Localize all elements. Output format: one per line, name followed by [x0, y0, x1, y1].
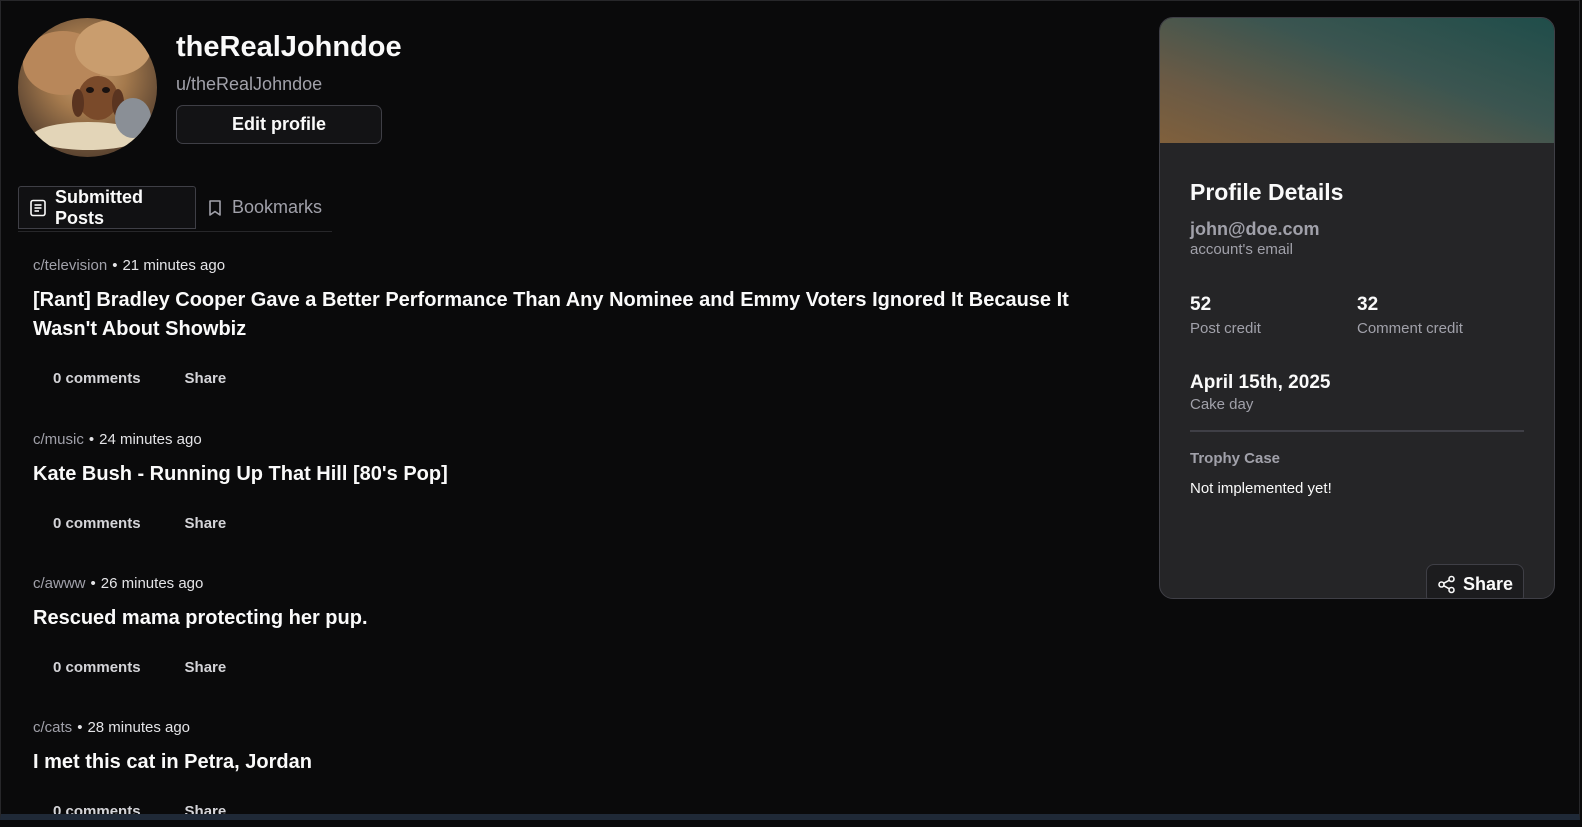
trophy-case-text: Not implemented yet! — [1190, 480, 1332, 497]
comments-button[interactable]: 0 comments — [33, 803, 161, 815]
profile-handle: u/theRealJohndoe — [176, 74, 323, 94]
share-button[interactable]: Share — [161, 515, 247, 532]
cake-day-label: Cake day — [1190, 396, 1254, 413]
post-item[interactable]: c/music • 24 minutes ago Kate Bush - Runni… — [33, 430, 1123, 574]
post-actions: 0 comments Share — [33, 647, 1123, 687]
post-actions: 0 comments Share — [33, 503, 1123, 543]
document-icon — [29, 199, 47, 217]
post-time: 28 minutes ago — [87, 719, 191, 736]
post-item[interactable]: c/awww • 26 minutes ago Rescued mama prote… — [33, 574, 1123, 718]
post-credit-value: 52 — [1190, 294, 1212, 315]
profile-header: theRealJohndoe u/theRealJohndoe Edit pro… — [18, 18, 402, 158]
profile-username: theRealJohndoe — [176, 31, 402, 63]
share-profile-button[interactable]: Share — [1426, 564, 1524, 598]
post-time: 26 minutes ago — [100, 575, 204, 592]
share-icon — [1437, 575, 1456, 594]
post-community-link[interactable]: c/cats — [33, 719, 72, 736]
post-credit-label: Post credit — [1190, 320, 1261, 337]
share-button[interactable]: Share — [161, 803, 247, 815]
tab-submitted-posts-label: Submitted Posts — [55, 186, 143, 228]
divider — [1190, 430, 1524, 432]
post-meta: c/cats • 28 minutes ago — [33, 719, 191, 736]
comment-credit: 32 Comment credit — [1357, 293, 1524, 339]
post-meta: c/music • 24 minutes ago — [33, 431, 202, 448]
tab-bookmarks-label: Bookmarks — [231, 197, 322, 217]
cake-day: April 15th, 2025 Cake day — [1190, 371, 1524, 415]
account-email: john@doe.com — [1190, 219, 1320, 239]
post-actions: 0 comments Share — [33, 791, 1123, 815]
edit-profile-button[interactable]: Edit profile — [176, 105, 382, 144]
share-button[interactable]: Share — [161, 370, 247, 387]
post-community-link[interactable]: c/awww — [33, 575, 86, 592]
post-item[interactable]: c/television • 21 minutes ago [Rant] Bradl… — [33, 256, 1123, 430]
credits-row: 52 Post credit 32 Comment credit — [1190, 293, 1524, 339]
avatar-photo-icon — [23, 20, 151, 150]
post-meta: c/awww • 26 minutes ago — [33, 575, 204, 592]
cake-day-value: April 15th, 2025 — [1190, 372, 1331, 393]
share-profile-label: Share — [1462, 573, 1514, 594]
post-meta: c/television • 21 minutes ago — [33, 257, 226, 274]
post-list: c/television • 21 minutes ago [Rant] Bradl… — [33, 256, 1123, 815]
profile-details-body: Profile Details john@doe.com account's e… — [1160, 178, 1554, 598]
comment-credit-value: 32 — [1357, 294, 1379, 315]
comments-button[interactable]: 0 comments — [33, 515, 161, 532]
post-title[interactable]: [Rant] Bradley Cooper Gave a Better Perf… — [33, 286, 1123, 344]
comment-credit-label: Comment credit — [1357, 320, 1463, 337]
post-title[interactable]: I met this cat in Petra, Jordan — [33, 748, 1123, 777]
post-title[interactable]: Kate Bush - Running Up That Hill [80's P… — [33, 460, 1123, 489]
share-button[interactable]: Share — [161, 659, 247, 676]
comments-button[interactable]: 0 comments — [33, 659, 161, 676]
post-actions: 0 comments Share — [33, 358, 1123, 398]
trophy-case-label: Trophy Case — [1190, 450, 1281, 467]
post-item[interactable]: c/cats • 28 minutes ago I met this cat in … — [33, 718, 1123, 815]
post-community-link[interactable]: c/television — [33, 257, 107, 274]
tab-submitted-posts[interactable]: Submitted Posts — [18, 186, 196, 229]
profile-header-text: theRealJohndoe u/theRealJohndoe Edit pro… — [176, 18, 402, 144]
profile-tabs: Submitted Posts Bookmarks — [18, 186, 332, 232]
post-time: 24 minutes ago — [99, 431, 202, 448]
bookmark-icon — [206, 199, 224, 217]
comments-button[interactable]: 0 comments — [33, 370, 161, 387]
post-community-link[interactable]: c/music — [33, 431, 84, 448]
profile-details-title: Profile Details — [1190, 179, 1344, 205]
post-credit: 52 Post credit — [1190, 293, 1357, 339]
post-time: 21 minutes ago — [122, 257, 226, 274]
post-title[interactable]: Rescued mama protecting her pup. — [33, 604, 1123, 633]
profile-page: theRealJohndoe u/theRealJohndoe Edit pro… — [0, 0, 1580, 820]
profile-banner — [1160, 18, 1554, 143]
avatar — [18, 18, 157, 157]
tab-bookmarks[interactable]: Bookmarks — [196, 186, 332, 229]
account-email-label: account's email — [1190, 241, 1293, 258]
profile-details-card: Profile Details john@doe.com account's e… — [1159, 17, 1555, 599]
